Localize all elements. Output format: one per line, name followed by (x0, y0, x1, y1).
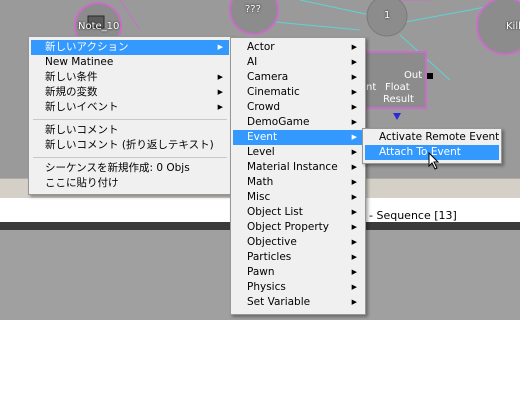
submenu-arrow-icon: ▶ (351, 298, 357, 306)
submenu-arrow-icon: ▶ (351, 283, 357, 291)
menu-item-new-event[interactable]: 新しいイベント ▶ (31, 100, 229, 115)
float-node-line2: Result (383, 94, 414, 105)
wire (299, 0, 371, 16)
submenu-arrow-icon: ▶ (351, 223, 357, 231)
menu-item-label: 新しいコメント (折り返しテキスト) (45, 139, 214, 151)
float-node-out-connector (427, 73, 433, 79)
submenu-arrow-icon: ▶ (217, 103, 223, 111)
menu-item-label: Particles (247, 251, 292, 263)
submenu-item-crowd[interactable]: Crowd ▶ (233, 100, 363, 115)
menu-item-label: Actor (247, 41, 275, 53)
menu-item-new-condition[interactable]: 新しい条件 ▶ (31, 70, 229, 85)
submenu-item-camera[interactable]: Camera ▶ (233, 70, 363, 85)
menu-item-label: Math (247, 176, 274, 188)
mouse-cursor-icon (428, 152, 440, 170)
note-node-label: Note_10 (78, 21, 120, 32)
unknown-node-label: ??? (245, 4, 261, 15)
submenu-arrow-icon: ▶ (351, 268, 357, 276)
wire (274, 21, 361, 31)
submenu-item-level[interactable]: Level ▶ (233, 145, 363, 160)
wire (119, 0, 141, 31)
menu-item-label: Event (247, 131, 278, 143)
submenu-arrow-icon: ▶ (351, 163, 357, 171)
submenu-item-object-property[interactable]: Object Property ▶ (233, 220, 363, 235)
submenu-item-physics[interactable]: Physics ▶ (233, 280, 363, 295)
submenu-arrow-icon: ▶ (217, 43, 223, 51)
number-node-label: 1 (384, 10, 391, 21)
submenu-item-particles[interactable]: Particles ▶ (233, 250, 363, 265)
menu-item-paste-here[interactable]: ここに貼り付け (31, 176, 229, 191)
menu-item-label: Set Variable (247, 296, 311, 308)
menu-item-label: Level (247, 146, 275, 158)
submenu-item-event[interactable]: Event ▶ (233, 130, 363, 145)
menu-item-label: シーケンスを新規作成: 0 Objs (45, 162, 190, 174)
menu-separator (33, 119, 227, 120)
submenu-arrow-icon: ▶ (351, 208, 357, 216)
submenu-item-misc[interactable]: Misc ▶ (233, 190, 363, 205)
submenu-arrow-icon: ▶ (351, 148, 357, 156)
menu-item-new-sequence[interactable]: シーケンスを新規作成: 0 Objs (31, 161, 229, 176)
menu-item-label: ここに貼り付け (45, 177, 119, 189)
menu-item-label: Object Property (247, 221, 329, 233)
menu-item-new-matinee[interactable]: New Matinee (31, 55, 229, 70)
submenu-arrow-icon: ▶ (351, 88, 357, 96)
menu-item-label: Object List (247, 206, 303, 218)
submenu-item-ai[interactable]: AI ▶ (233, 55, 363, 70)
menu-item-label: Misc (247, 191, 271, 203)
submenu-item-material-instance[interactable]: Material Instance ▶ (233, 160, 363, 175)
menu-item-label: Objective (247, 236, 297, 248)
submenu-item-pawn[interactable]: Pawn ▶ (233, 265, 363, 280)
menu-item-label: Attach To Event (379, 146, 461, 158)
menu-item-label: Material Instance (247, 161, 338, 173)
submenu-arrow-icon: ▶ (351, 253, 357, 261)
menu-item-label: 新しいイベント (45, 101, 119, 113)
menu-item-new-comment[interactable]: 新しいコメント (31, 123, 229, 138)
menu-item-new-action[interactable]: 新しいアクション ▶ (31, 40, 229, 55)
submenu-item-demogame[interactable]: DemoGame ▶ (233, 115, 363, 130)
submenu-item-math[interactable]: Math ▶ (233, 175, 363, 190)
submenu-arrow-icon: ▶ (351, 73, 357, 81)
right-node-label: Kill (506, 21, 520, 32)
menu-item-label: 新しいアクション (45, 41, 129, 53)
sequence-label[interactable]: - Sequence [13] (369, 209, 457, 222)
menu-item-label: 新しいコメント (45, 124, 119, 136)
menu-separator (33, 157, 227, 158)
menu-item-label: 新しい条件 (45, 71, 98, 83)
submenu-item-actor[interactable]: Actor ▶ (233, 40, 363, 55)
submenu-arrow-icon: ▶ (217, 88, 223, 96)
submenu-item-set-variable[interactable]: Set Variable ▶ (233, 295, 363, 310)
submenu-arrow-icon: ▶ (351, 43, 357, 51)
submenu-item-activate-remote-event[interactable]: Activate Remote Event (365, 130, 499, 145)
submenu-arrow-icon: ▶ (351, 58, 357, 66)
menu-item-label: 新規の変数 (45, 86, 98, 98)
menu-item-label: Physics (247, 281, 286, 293)
menu-item-label: AI (247, 56, 258, 68)
menu-item-label: Activate Remote Event (379, 131, 500, 143)
menu-item-label: DemoGame (247, 116, 310, 128)
menu-item-label: New Matinee (45, 56, 114, 68)
submenu-item-object-list[interactable]: Object List ▶ (233, 205, 363, 220)
submenu-arrow-icon: ▶ (351, 178, 357, 186)
menu-item-label: Pawn (247, 266, 275, 278)
submenu-arrow-icon: ▶ (351, 118, 357, 126)
submenu-arrow-icon: ▶ (351, 103, 357, 111)
submenu-arrow-icon: ▶ (351, 238, 357, 246)
submenu-arrow-icon: ▶ (217, 73, 223, 81)
menu-item-label: Camera (247, 71, 289, 83)
submenu-arrow-icon: ▶ (351, 133, 357, 141)
float-node-line1: Float (385, 82, 410, 93)
menu-item-new-comment-wrapped[interactable]: 新しいコメント (折り返しテキスト) (31, 138, 229, 153)
float-node-left-fragment: nt (366, 82, 377, 93)
float-node-var-connector (393, 113, 401, 120)
menu-item-label: Cinematic (247, 86, 300, 98)
menu-item-new-variable[interactable]: 新規の変数 ▶ (31, 85, 229, 100)
submenu-item-cinematic[interactable]: Cinematic ▶ (233, 85, 363, 100)
float-node-out-label: Out (404, 70, 423, 81)
wire (404, 9, 471, 23)
submenu-arrow-icon: ▶ (351, 193, 357, 201)
menu-item-label: Crowd (247, 101, 281, 113)
action-submenu: Actor ▶ AI ▶ Camera ▶ Cinematic ▶ Crowd ▶ Dem… (230, 37, 366, 315)
submenu-item-objective[interactable]: Objective ▶ (233, 235, 363, 250)
context-menu: 新しいアクション ▶ New Matinee 新しい条件 ▶ 新規の変数 ▶ 新… (28, 36, 232, 195)
